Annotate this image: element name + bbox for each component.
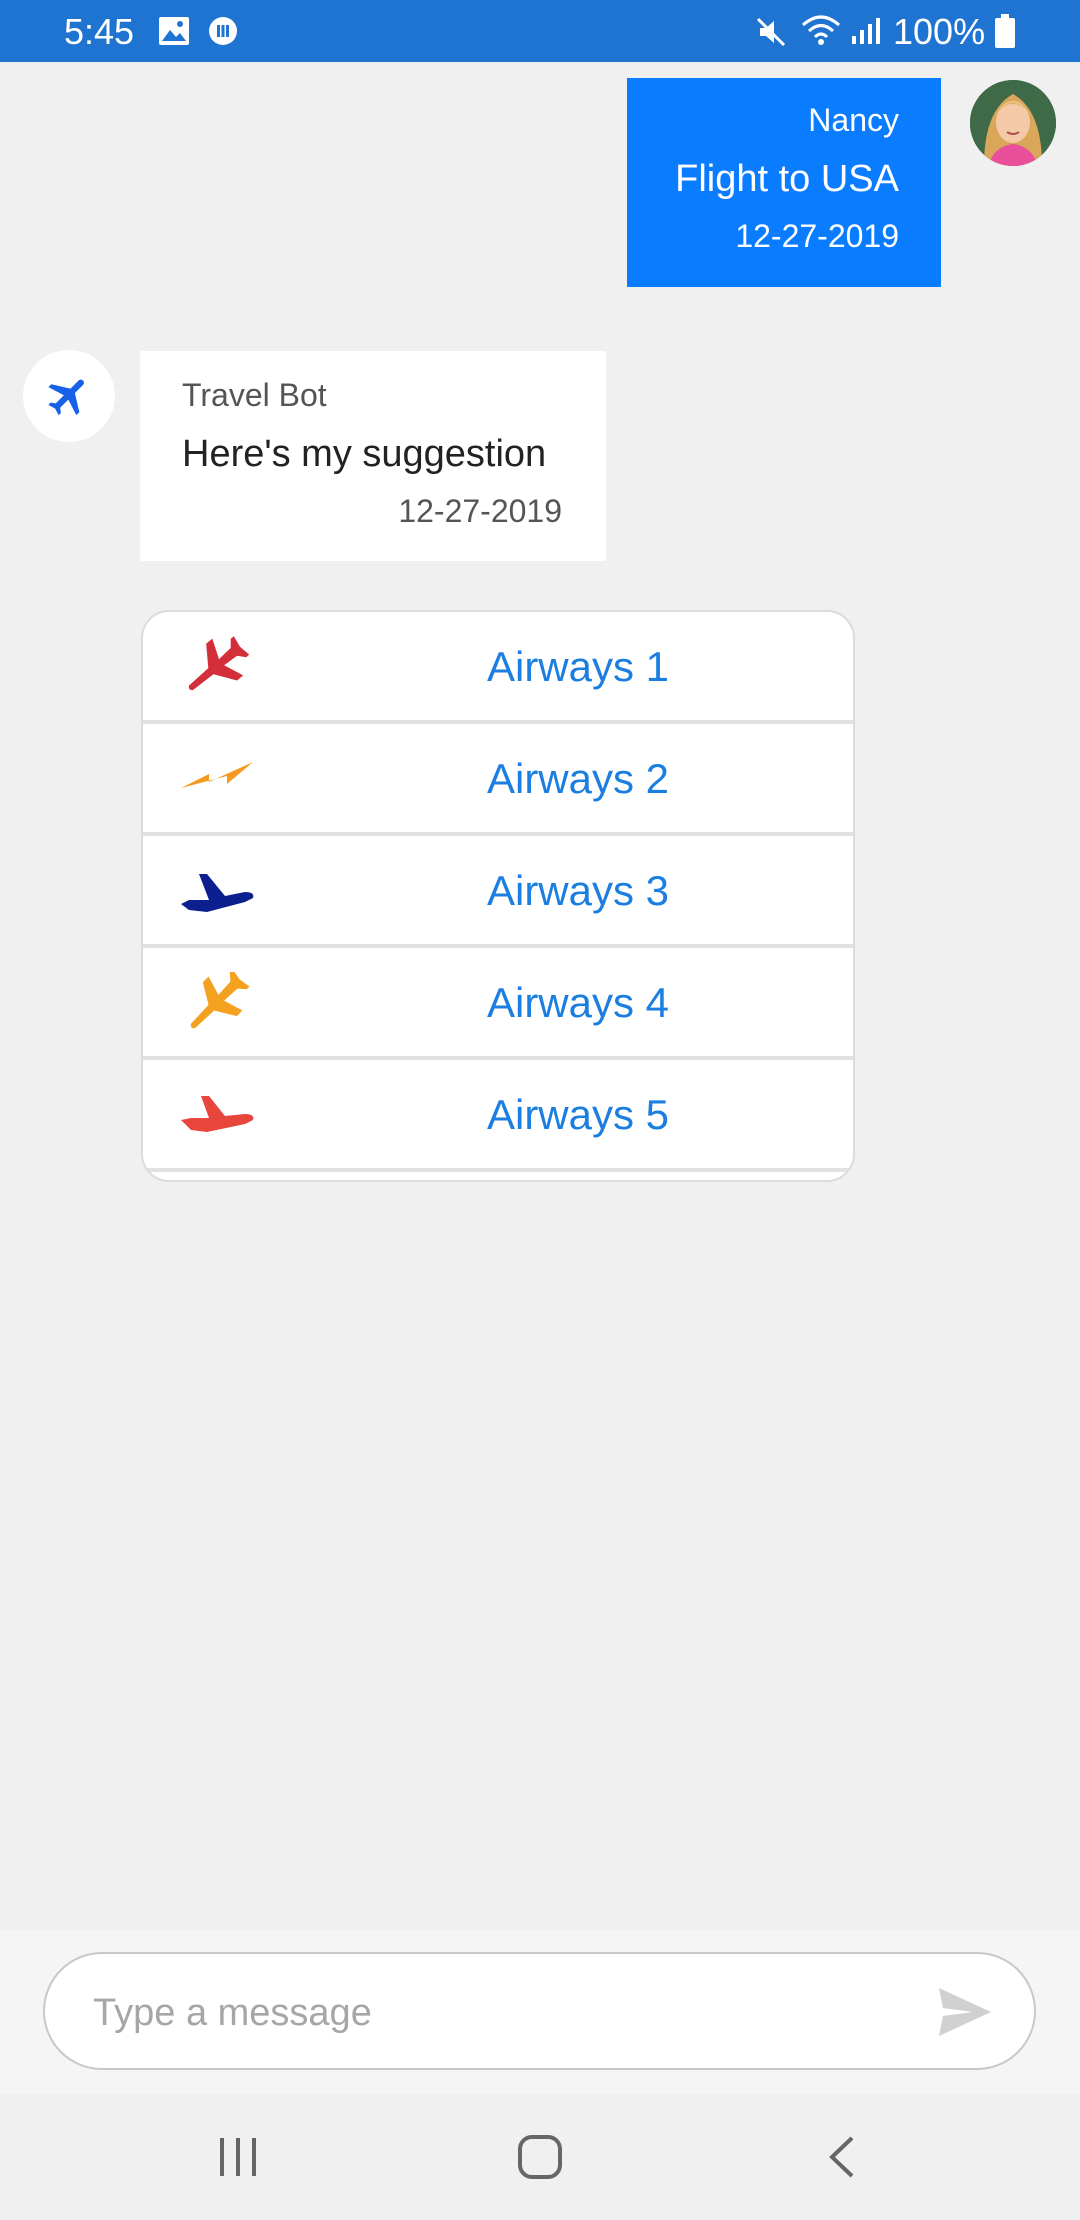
red-jet-logo: [181, 1096, 254, 1132]
airway-label: Airways 1: [486, 643, 670, 690]
battery-icon: [995, 14, 1015, 48]
mute-icon: [756, 17, 786, 47]
send-icon[interactable]: [935, 1984, 995, 2040]
message-sender: Nancy: [808, 102, 899, 138]
airway-option-4[interactable]: Airways 4: [143, 948, 853, 1060]
airplane-icon: [48, 379, 84, 416]
bot-avatar[interactable]: [23, 350, 115, 442]
message-input[interactable]: [91, 1982, 895, 2044]
orange-bolt-logo: [181, 762, 253, 788]
user-avatar[interactable]: [970, 80, 1056, 166]
message-text: Here's my suggestion: [182, 433, 547, 475]
image-icon: [159, 17, 189, 45]
airway-option-5[interactable]: Airways 5: [143, 1060, 853, 1172]
outgoing-message-bubble: Nancy Flight to USA 12-27-2019: [627, 78, 941, 287]
status-bar: 5:45 100%: [0, 0, 1080, 62]
red-airplane-logo: [188, 636, 250, 691]
app-notification-icon: [209, 17, 237, 45]
airway-label: Airways 3: [486, 867, 670, 914]
airways-suggestion-card: Airways 1 Airways 2 Airways 3 Airways 4 …: [141, 610, 855, 1182]
user-portrait-icon: [970, 80, 1056, 166]
message-date: 12-27-2019: [398, 493, 562, 529]
message-sender: Travel Bot: [182, 377, 327, 413]
message-text: Flight to USA: [675, 158, 899, 200]
bot-message-bubble: Travel Bot Here's my suggestion 12-27-20…: [140, 351, 606, 561]
airway-option-1[interactable]: Airways 1: [143, 612, 853, 724]
battery-percentage: 100%: [893, 11, 986, 52]
airway-option-2[interactable]: Airways 2: [143, 724, 853, 836]
back-icon[interactable]: [826, 2134, 858, 2180]
status-time: 5:45: [64, 11, 135, 52]
airway-label: Airways 4: [486, 979, 670, 1026]
message-composer: [43, 1952, 1036, 2070]
airway-option-3[interactable]: Airways 3: [143, 836, 853, 948]
signal-icon: [852, 18, 880, 44]
wifi-icon: [802, 15, 840, 45]
airway-label: Airways 5: [486, 1091, 670, 1138]
navy-airplane-logo: [181, 874, 254, 912]
orange-airplane-logo: [190, 972, 250, 1029]
message-date: 12-27-2019: [735, 218, 899, 254]
airway-label: Airways 2: [486, 755, 670, 802]
recent-apps-icon[interactable]: [216, 2136, 260, 2178]
navigation-bar: [0, 2094, 1080, 2220]
home-icon[interactable]: [517, 2134, 563, 2180]
